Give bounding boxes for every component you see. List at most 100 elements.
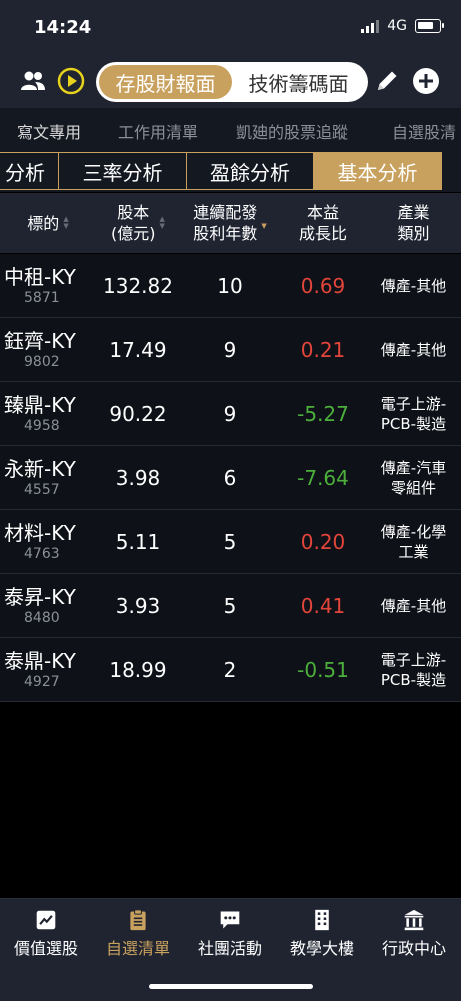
stock-code: 5871 bbox=[24, 289, 60, 306]
peg-value: 0.41 bbox=[300, 593, 346, 618]
column-header-peg[interactable]: 本益 成長比 bbox=[280, 193, 366, 253]
nav-admin[interactable]: 行政中心 bbox=[368, 909, 460, 959]
dividend-years-value: 6 bbox=[223, 465, 237, 490]
industry-line: 傳產-其他 bbox=[380, 276, 447, 295]
table-row[interactable]: 臻鼎-KY 4958 90.22 9 -5.27 電子上游- PCB-製造 bbox=[0, 382, 461, 446]
peg-value: -0.51 bbox=[297, 657, 349, 682]
table-row[interactable]: 泰昇-KY 8480 3.93 5 0.41 傳產-其他 bbox=[0, 574, 461, 638]
dividend-years-value: 10 bbox=[217, 273, 243, 298]
table-row[interactable]: 中租-KY 5871 132.82 10 0.69 傳產-其他 bbox=[0, 254, 461, 318]
chat-icon bbox=[220, 911, 240, 929]
watchlist-tab[interactable]: 自選股清 bbox=[392, 119, 456, 143]
table-row[interactable]: 鈺齊-KY 9802 17.49 9 0.21 傳產-其他 bbox=[0, 318, 461, 382]
signal-icon bbox=[361, 19, 380, 33]
peg-value: -5.27 bbox=[297, 401, 349, 426]
stock-code: 8480 bbox=[24, 609, 60, 626]
nav-label: 行政中心 bbox=[381, 939, 446, 958]
segment-financial[interactable]: 存股財報面 bbox=[99, 65, 232, 99]
watchlist-tab[interactable]: 工作用清單 bbox=[118, 119, 198, 143]
column-label: 產業 bbox=[397, 203, 430, 222]
watchlist-tabs: 寫文專用 工作用清單 凱廸的股票追蹤 自選股清 bbox=[0, 108, 461, 152]
tab-earnings-analysis[interactable]: 盈餘分析 bbox=[186, 152, 314, 190]
column-sublabel: 類別 bbox=[397, 224, 430, 243]
battery-icon bbox=[415, 19, 444, 33]
table-row[interactable]: 永新-KY 4557 3.98 6 -7.64 傳產-汽車 零組件 bbox=[0, 446, 461, 510]
stock-name: 泰昇-KY bbox=[4, 584, 76, 609]
status-bar: 14:24 4G bbox=[0, 0, 461, 58]
column-label: 標的 bbox=[27, 213, 60, 233]
industry-line: 傳產-其他 bbox=[380, 340, 447, 359]
stock-name: 鈺齊-KY bbox=[4, 328, 76, 353]
industry-line: 傳產-其他 bbox=[380, 596, 447, 615]
column-label: 連續配發 bbox=[193, 203, 258, 222]
view-segment-control: 存股財報面 技術籌碼面 bbox=[96, 62, 368, 102]
table-row[interactable]: 材料-KY 4763 5.11 5 0.20 傳產-化學 工業 bbox=[0, 510, 461, 574]
capital-value: 3.98 bbox=[115, 465, 161, 490]
nav-label: 價值選股 bbox=[13, 939, 78, 958]
peg-value: 0.21 bbox=[300, 337, 346, 362]
status-indicators: 4G bbox=[361, 18, 444, 34]
peg-value: 0.69 bbox=[300, 273, 346, 298]
peg-value: -7.64 bbox=[297, 465, 349, 490]
industry-value: 電子上游- PCB-製造 bbox=[366, 382, 461, 445]
segment-technical[interactable]: 技術籌碼面 bbox=[232, 65, 365, 99]
industry-value: 傳產-其他 bbox=[366, 254, 461, 317]
peg-value: 0.20 bbox=[300, 529, 346, 554]
industry-value: 電子上游- PCB-製造 bbox=[366, 638, 461, 701]
dividend-years-value: 2 bbox=[223, 657, 237, 682]
capital-value: 90.22 bbox=[109, 401, 167, 426]
sort-desc-active-icon: ▼ bbox=[261, 222, 267, 230]
capital-value: 5.11 bbox=[115, 529, 161, 554]
watchlist-tab[interactable]: 寫文專用 bbox=[17, 119, 81, 143]
dividend-years-value: 5 bbox=[223, 593, 237, 618]
industry-value: 傳產-其他 bbox=[366, 574, 461, 637]
stock-name: 材料-KY bbox=[4, 520, 76, 545]
stock-code: 4927 bbox=[24, 673, 60, 690]
capital-value: 18.99 bbox=[109, 657, 167, 682]
watchlist-tab[interactable]: 凱廸的股票追蹤 bbox=[236, 119, 348, 143]
column-header-capital[interactable]: 股本 (億元) ▲ ▼ bbox=[96, 193, 180, 253]
network-label: 4G bbox=[387, 18, 407, 34]
add-icon[interactable] bbox=[411, 66, 441, 96]
users-icon[interactable] bbox=[18, 66, 48, 96]
industry-value: 傳產-化學 工業 bbox=[366, 510, 461, 573]
sort-icon: ▲ ▼ bbox=[63, 215, 69, 230]
industry-line: 工業 bbox=[398, 542, 429, 561]
industry-line: 電子上游- bbox=[380, 394, 447, 413]
clipboard-icon bbox=[130, 909, 146, 931]
pencil-icon[interactable] bbox=[372, 66, 402, 96]
nav-label: 教學大樓 bbox=[289, 939, 354, 958]
stock-name: 中租-KY bbox=[4, 264, 76, 289]
nav-teaching[interactable]: 教學大樓 bbox=[276, 909, 368, 959]
stock-code: 9802 bbox=[24, 353, 60, 370]
column-label: 股本 bbox=[117, 203, 150, 222]
stock-table-body: 中租-KY 5871 132.82 10 0.69 傳產-其他 鈺齊-KY 9802… bbox=[0, 254, 461, 702]
tab-analysis-partial[interactable]: 分析 bbox=[0, 152, 60, 190]
top-header: 存股財報面 技術籌碼面 bbox=[0, 58, 461, 108]
column-sublabel: (億元) bbox=[111, 224, 156, 243]
column-header-industry[interactable]: 產業 類別 bbox=[366, 193, 461, 253]
industry-line: 零組件 bbox=[390, 478, 436, 497]
nav-value-screener[interactable]: 價值選股 bbox=[0, 909, 92, 959]
stock-code: 4763 bbox=[24, 545, 60, 562]
industry-line: 電子上游- bbox=[380, 650, 447, 669]
tab-ratio-analysis[interactable]: 三率分析 bbox=[58, 152, 187, 190]
table-row[interactable]: 泰鼎-KY 4927 18.99 2 -0.51 電子上游- PCB-製造 bbox=[0, 638, 461, 702]
capital-value: 3.93 bbox=[115, 593, 161, 618]
stock-name: 臻鼎-KY bbox=[4, 392, 76, 417]
capital-value: 17.49 bbox=[109, 337, 167, 362]
analysis-tabs: 分析 三率分析 盈餘分析 基本分析 bbox=[0, 152, 461, 192]
stock-name: 泰鼎-KY bbox=[4, 648, 76, 673]
nav-watchlist[interactable]: 自選清單 bbox=[92, 909, 184, 959]
industry-line: PCB-製造 bbox=[380, 414, 447, 433]
play-icon[interactable] bbox=[56, 66, 86, 96]
chart-icon bbox=[36, 910, 56, 930]
column-label: 本益 bbox=[306, 203, 339, 222]
column-sublabel: 股利年數 bbox=[193, 224, 258, 243]
column-header-symbol[interactable]: 標的 ▲ ▼ bbox=[0, 193, 96, 253]
stock-code: 4958 bbox=[24, 417, 60, 434]
nav-community[interactable]: 社團活動 bbox=[184, 909, 276, 959]
column-header-dividend-years[interactable]: 連續配發股利年數 ▼ bbox=[180, 193, 280, 253]
tab-fundamental-analysis[interactable]: 基本分析 bbox=[313, 152, 442, 190]
industry-line: 傳產-汽車 bbox=[380, 458, 447, 477]
